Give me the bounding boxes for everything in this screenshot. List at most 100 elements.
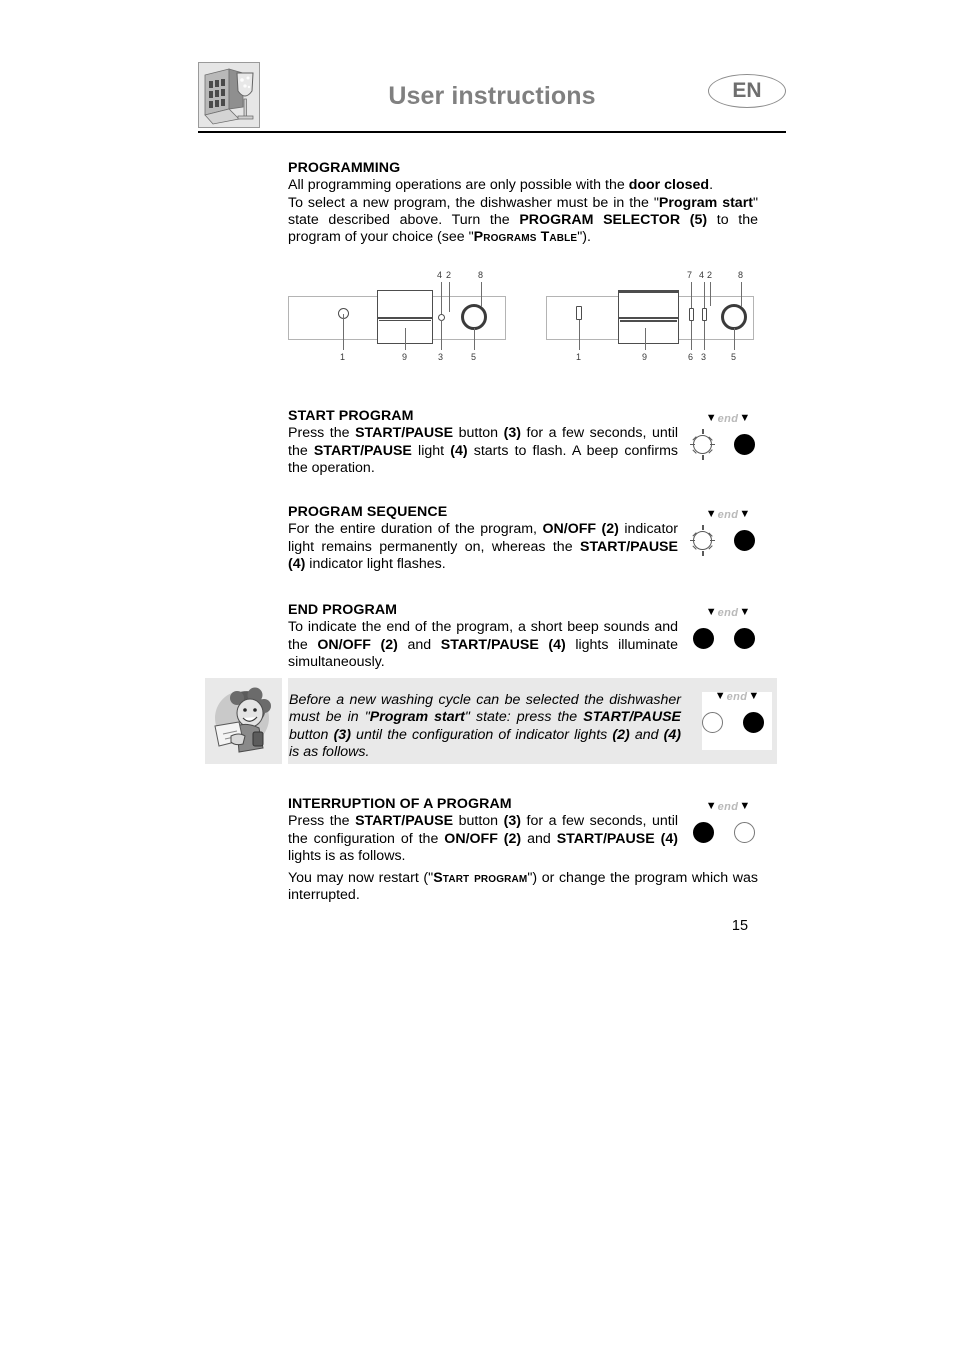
- text-bold: START/PAUSE (4): [556, 830, 678, 847]
- start-program-heading: START PROGRAM: [288, 408, 414, 424]
- programming-paragraph-2: To select a new program, the dishwasher …: [288, 195, 758, 247]
- text-bold: ON/OFF (2): [444, 830, 522, 847]
- text-fragment: You may now restart (": [288, 870, 434, 886]
- leader-line-3b-a: [441, 320, 442, 350]
- end-text: end: [717, 801, 739, 813]
- text-bold: (3): [503, 813, 521, 830]
- text-bold: START/PAUSE: [355, 813, 454, 830]
- text-bold: door closed: [628, 177, 710, 194]
- section-interruption: INTERRUPTION OF A PROGRAM Press the STAR…: [288, 796, 678, 865]
- text-fragment: lights is as follows.: [288, 847, 406, 864]
- led-group-program-sequence: ▼end▼: [686, 508, 770, 570]
- text-bold: ON/OFF (2): [542, 521, 619, 538]
- text-fragment: light: [411, 442, 451, 459]
- text-fragment: is as follows.: [289, 743, 370, 760]
- leader-line-8-a: [481, 282, 482, 307]
- text-fragment: All programming operations are only poss…: [288, 177, 629, 194]
- text-fragment: Press the: [288, 425, 356, 442]
- diagram-label-bottom-2-b: 6: [688, 352, 694, 362]
- door-seam-a: [379, 320, 431, 321]
- note-text: Before a new washing cycle can be select…: [289, 692, 681, 761]
- leader-line-9-b: [645, 328, 646, 350]
- led-on-off-off-icon: [734, 822, 755, 843]
- triangle-right-icon: ▼: [739, 412, 751, 424]
- section-interruption-restart: You may now restart ("Start program") or…: [288, 870, 758, 905]
- triangle-left-icon: ▼: [714, 690, 726, 702]
- text-fragment: Press the: [288, 813, 356, 830]
- interruption-paragraph-1: Press the START/PAUSE button (3) for a f…: [288, 813, 678, 865]
- diagram-label-bottom-1-b: 9: [642, 352, 648, 362]
- text-bold: (4): [663, 726, 681, 743]
- indicator-light-3-b: [702, 308, 707, 321]
- door-handle-upper-b: [618, 290, 679, 318]
- program-selector-knob-b: [721, 304, 747, 330]
- diagram-label-top-2-a: 8: [478, 270, 484, 280]
- text-bold: START/PAUSE: [355, 425, 454, 442]
- leader-line-2-a: [449, 282, 450, 312]
- triangle-right-icon: ▼: [748, 690, 760, 702]
- header-divider: [198, 131, 786, 133]
- diagram-label-top-1-a: 2: [446, 270, 452, 280]
- triangle-left-icon: ▼: [705, 800, 717, 812]
- leader-line-4-b: [704, 282, 705, 308]
- text-smallcaps: Start program: [433, 870, 528, 886]
- end-text: end: [726, 691, 748, 703]
- note-box: Before a new washing cycle can be select…: [205, 678, 777, 764]
- text-smallcaps: Programs Table: [473, 229, 578, 246]
- text-fragment: button: [289, 726, 334, 743]
- led-on-off-lit-icon: [734, 628, 755, 649]
- diagram-label-bottom-3-b: 3: [701, 352, 707, 362]
- programming-paragraph-1: All programming operations are only poss…: [288, 177, 758, 194]
- end-program-paragraph: To indicate the end of the program, a sh…: [288, 619, 678, 671]
- end-marker-label: ▼end▼: [686, 800, 770, 814]
- led-on-off-lit-icon: [734, 434, 755, 455]
- text-bold: (3): [333, 726, 351, 743]
- note-icon-cell: [205, 678, 282, 764]
- control-panel-diagrams: 4 2 8 1 9 3 5 7 4 2 8 1 9 6 3 5: [288, 268, 788, 364]
- interruption-paragraph-2: You may now restart ("Start program") or…: [288, 870, 758, 905]
- section-programming: PROGRAMMING All programming operations a…: [288, 160, 758, 246]
- leader-line-7-b: [691, 282, 692, 308]
- door-seam-b: [620, 320, 677, 322]
- end-text: end: [717, 607, 739, 619]
- text-fragment: until the configuration of indicator lig…: [350, 726, 613, 743]
- end-text: end: [717, 413, 739, 425]
- diagram-label-top-2-b: 2: [707, 270, 713, 280]
- leader-line-5-b: [734, 328, 735, 350]
- text-fragment: ").: [577, 229, 591, 246]
- diagram-label-top-0-b: 7: [687, 270, 693, 280]
- diagram-label-top-3-b: 8: [738, 270, 744, 280]
- led-start-pause-flashing-icon: [690, 525, 715, 556]
- text-bold: START/PAUSE: [313, 442, 412, 459]
- text-fragment: .: [709, 177, 714, 194]
- leader-line-8-b: [741, 282, 742, 307]
- text-bold: PROGRAM SELECTOR (5): [519, 211, 708, 228]
- led-on-off-lit-icon: [734, 530, 755, 551]
- text-fragment: button: [453, 813, 504, 830]
- leader-line-5-a: [474, 328, 475, 350]
- program-sequence-heading: PROGRAM SEQUENCE: [288, 504, 448, 520]
- leader-line-1b-b: [579, 320, 580, 350]
- leader-line-3-b: [704, 321, 705, 350]
- led-start-pause-flashing-icon: [690, 429, 715, 460]
- end-marker-label: ▼end▼: [686, 412, 770, 426]
- text-fragment: button: [453, 425, 504, 442]
- triangle-right-icon: ▼: [739, 800, 751, 812]
- text-bold: (3): [503, 425, 521, 442]
- manual-page: User instructions EN PROGRAMMING All pro…: [0, 0, 954, 1351]
- section-end-program: END PROGRAM To indicate the end of the p…: [288, 602, 678, 671]
- program-selector-knob-a: [461, 304, 487, 330]
- page-header: User instructions EN: [198, 60, 786, 132]
- interruption-heading: INTERRUPTION OF A PROGRAM: [288, 796, 512, 812]
- end-text: end: [717, 509, 739, 521]
- end-program-heading: END PROGRAM: [288, 602, 398, 618]
- text-bold: (4): [450, 442, 468, 459]
- section-start-program: START PROGRAM Press the START/PAUSE butt…: [288, 408, 678, 477]
- diagram-label-bottom-4-b: 5: [731, 352, 737, 362]
- diagram-label-top-0-a: 4: [437, 270, 443, 280]
- triangle-left-icon: ▼: [705, 606, 717, 618]
- led-start-pause-off-icon: [702, 712, 723, 733]
- diagram-label-bottom-0-a: 1: [340, 352, 346, 362]
- diagram-label-bottom-0-b: 1: [576, 352, 582, 362]
- text-fragment: " state: press the: [464, 709, 584, 726]
